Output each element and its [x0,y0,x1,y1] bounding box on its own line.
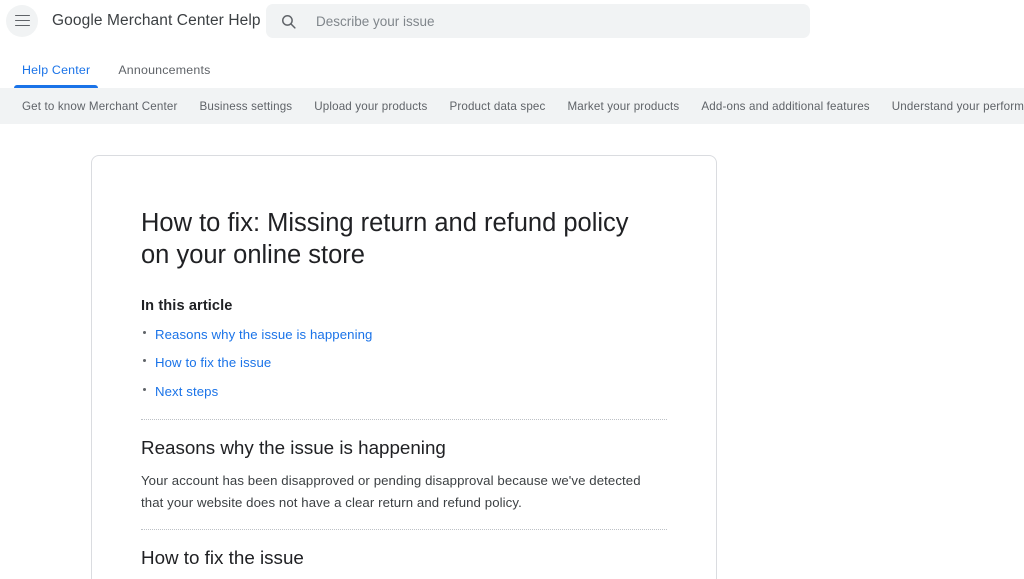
article-card: How to fix: Missing return and refund po… [91,155,717,579]
tab-help-center-label: Help Center [22,63,91,77]
list-item: Reasons why the issue is happening [141,323,667,346]
table-of-contents: Reasons why the issue is happening How t… [141,323,667,404]
article-section-reasons: Reasons why the issue is happening Your … [141,420,667,513]
tab-announcements-label: Announcements [118,63,211,77]
toc-link-next-steps[interactable]: Next steps [155,384,218,399]
subnav-item-market-your-products[interactable]: Market your products [556,100,690,113]
hamburger-menu-button[interactable] [6,4,38,37]
section-heading-reasons: Reasons why the issue is happening [141,437,446,459]
toc-link-reasons-why-the-issue-is-happening[interactable]: Reasons why the issue is happening [155,327,372,342]
hamburger-menu-icon [14,14,30,27]
search-icon [280,13,297,30]
search-box[interactable] [266,4,810,38]
subnav-item-get-to-know-merchant-center[interactable]: Get to know Merchant Center [11,100,188,113]
list-item: Next steps [141,380,667,403]
toc-link-how-to-fix-the-issue[interactable]: How to fix the issue [155,355,271,370]
subnav-item-product-data-spec[interactable]: Product data spec [438,100,556,113]
list-item: How to fix the issue [141,351,667,374]
page-body: How to fix: Missing return and refund po… [0,124,1024,579]
subnav-item-add-ons-and-additional-features[interactable]: Add-ons and additional features [690,100,880,113]
article-section-how-to-fix: How to fix the issue Show a clear return… [141,530,667,579]
app-header: Google Merchant Center Help [0,0,1024,41]
in-this-article-heading: In this article [141,297,233,314]
section-body-reasons: Your account has been disapproved or pen… [141,473,641,510]
tab-announcements[interactable]: Announcements [110,63,218,88]
subnav-item-upload-your-products[interactable]: Upload your products [303,100,438,113]
article-title: How to fix: Missing return and refund po… [141,209,629,269]
search-input[interactable] [316,13,796,29]
subnav-item-understand-your-performance[interactable]: Understand your performance [881,100,1024,113]
page-title: Google Merchant Center Help [52,11,261,29]
section-heading-how-to-fix: How to fix the issue [141,547,304,569]
primary-tabs: Help Center Announcements [0,41,1024,88]
category-navigation-bar: Get to know Merchant Center Business set… [0,88,1024,124]
tab-help-center[interactable]: Help Center [14,63,99,88]
subnav-item-business-settings[interactable]: Business settings [188,100,303,113]
